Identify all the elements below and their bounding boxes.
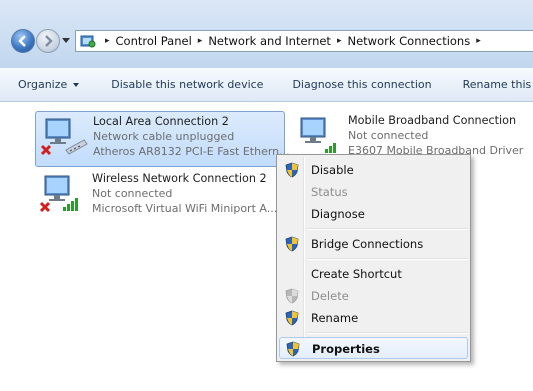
connection-name: Wireless Network Connection 2 bbox=[92, 172, 267, 185]
menu-item-rename[interactable]: Rename bbox=[279, 307, 468, 329]
uac-shield-icon bbox=[285, 310, 299, 326]
back-button[interactable] bbox=[11, 29, 35, 53]
context-menu: Disable Status Diagnose Bridge Connectio… bbox=[276, 154, 471, 362]
wireless-adapter-icon bbox=[39, 175, 78, 213]
disconnected-x-icon bbox=[39, 201, 51, 213]
mobile-broadband-icon bbox=[300, 117, 336, 153]
menu-item-create-shortcut[interactable]: Create Shortcut bbox=[279, 263, 468, 285]
breadcrumb-separator: ▸ bbox=[476, 36, 481, 46]
breadcrumb[interactable]: ▸ Control Panel ▸ Network and Internet ▸… bbox=[75, 30, 533, 52]
menu-item-label: Status bbox=[311, 185, 348, 199]
menu-item-properties[interactable]: Properties bbox=[279, 337, 468, 359]
menu-item-label: Delete bbox=[311, 289, 349, 303]
diagnose-connection-button[interactable]: Diagnose this connection bbox=[292, 78, 431, 91]
connection-status: Not connected bbox=[92, 187, 173, 200]
organize-label: Organize bbox=[18, 78, 68, 91]
recent-pages-dropdown[interactable] bbox=[62, 38, 70, 43]
uac-shield-icon bbox=[285, 288, 299, 304]
menu-item-label: Disable bbox=[311, 163, 354, 177]
connection-name: Local Area Connection 2 bbox=[93, 115, 229, 128]
menu-item-label: Properties bbox=[312, 342, 380, 356]
uac-shield-icon bbox=[286, 341, 300, 357]
menu-item-label: Create Shortcut bbox=[311, 267, 402, 281]
menu-separator bbox=[307, 258, 467, 260]
connection-status: Not connected bbox=[348, 129, 429, 142]
breadcrumb-separator: ▸ bbox=[336, 36, 342, 46]
connection-status: Network cable unplugged bbox=[93, 130, 235, 143]
menu-item-label: Bridge Connections bbox=[311, 237, 424, 251]
menu-item-label: Rename bbox=[311, 311, 359, 325]
menu-item-disable[interactable]: Disable bbox=[279, 159, 468, 181]
disconnected-x-icon bbox=[40, 144, 52, 156]
menu-item-status: Status bbox=[279, 181, 468, 203]
chevron-down-icon bbox=[73, 83, 80, 87]
organize-menu[interactable]: Organize bbox=[18, 78, 80, 91]
menu-separator bbox=[307, 332, 467, 334]
control-panel-icon bbox=[80, 35, 96, 48]
breadcrumb-network-connections[interactable]: Network Connections bbox=[347, 34, 470, 48]
menu-separator bbox=[307, 228, 467, 230]
arrow-right-icon bbox=[45, 35, 53, 47]
breadcrumb-separator: ▸ bbox=[197, 36, 203, 46]
connection-local-area-2[interactable]: Local Area Connection 2 Network cable un… bbox=[35, 111, 290, 167]
connection-device: Microsoft Virtual WiFi Miniport A... bbox=[92, 202, 278, 215]
menu-item-label: Diagnose bbox=[311, 207, 365, 221]
breadcrumb-network-and-internet[interactable]: Network and Internet bbox=[208, 34, 331, 48]
rename-connection-button[interactable]: Rename this co bbox=[463, 78, 533, 91]
uac-shield-icon bbox=[285, 236, 299, 252]
connection-name: Mobile Broadband Connection bbox=[348, 114, 517, 127]
menu-item-bridge-connections[interactable]: Bridge Connections bbox=[279, 233, 468, 255]
network-adapter-icon bbox=[40, 118, 88, 156]
command-bar: Organize Disable this network device Dia… bbox=[0, 68, 533, 102]
uac-shield-icon bbox=[285, 162, 299, 178]
connection-wireless-2[interactable]: Wireless Network Connection 2 Not connec… bbox=[35, 169, 285, 225]
disable-device-button[interactable]: Disable this network device bbox=[111, 78, 263, 91]
forward-button[interactable] bbox=[36, 29, 60, 53]
address-bar: ▸ Control Panel ▸ Network and Internet ▸… bbox=[0, 0, 533, 68]
arrow-left-icon bbox=[18, 35, 26, 47]
menu-item-delete: Delete bbox=[279, 285, 468, 307]
menu-item-diagnose[interactable]: Diagnose bbox=[279, 203, 468, 225]
breadcrumb-separator: ▸ bbox=[105, 36, 110, 46]
connection-device: Atheros AR8132 PCI-E Fast Ethern... bbox=[93, 145, 290, 158]
breadcrumb-control-panel[interactable]: Control Panel bbox=[116, 34, 192, 48]
